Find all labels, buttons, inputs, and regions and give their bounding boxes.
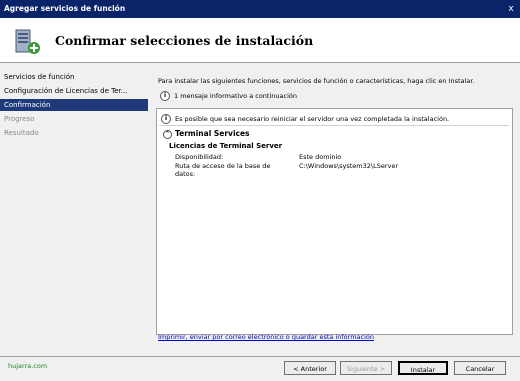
subsection-title: Licencias de Terminal Server [169,142,283,150]
warning-message: i Es posible que sea necesario reiniciar … [161,114,449,124]
wizard-header: Confirmar selecciones de instalación [0,18,520,63]
row-value: Este dominio [299,153,342,161]
sidebar-item-confirmacion[interactable]: Confirmación [0,99,150,111]
back-button[interactable]: < Anterior [284,361,336,375]
row-value: C:\Windows\system32\LServer [299,162,399,170]
server-install-icon [15,29,40,54]
row-label: Ruta de acceso de la base de datos: [175,162,271,178]
instruction-text: Para instalar las siguientes funciones, … [158,77,475,85]
close-icon[interactable]: x [505,4,517,15]
collapse-icon[interactable]: ^ [163,129,172,139]
wizard-footer: hujarra.com < Anterior Siguiente > Insta… [0,356,520,381]
sidebar-item-progreso: Progreso [0,113,150,125]
info-message-text: 1 mensaje informativo a continuación [174,92,297,100]
sidebar-item-label: Confirmación [4,101,51,109]
warning-text: Es posible que sea necesario reiniciar e… [175,115,450,123]
wizard-sidebar: Servicios de función Configuración de Li… [0,63,150,356]
sidebar-item-resultado: Resultado [0,127,150,139]
window-titlebar: Agregar servicios de función x [0,0,520,18]
info-message: i 1 mensaje informativo a continuación [160,91,297,101]
confirmation-panel: i Es posible que sea necesario reiniciar … [156,108,513,335]
sidebar-item-servicios[interactable]: Servicios de función [0,71,150,83]
info-icon: i [161,114,171,124]
section-header[interactable]: ^ Terminal Services [163,129,250,139]
sidebar-item-label: Progreso [4,115,35,123]
section-title: Terminal Services [175,129,250,138]
page-title: Confirmar selecciones de instalación [55,33,314,48]
next-button: Siguiente > [340,361,392,375]
cancel-button[interactable]: Cancelar [454,361,506,375]
sidebar-item-licencias[interactable]: Configuración de Licencias de Ter... [0,85,150,97]
row-label: Disponibilidad: [175,153,224,161]
window-title: Agregar servicios de función [4,4,126,13]
divider [159,125,509,126]
site-logo: hujarra.com [8,362,48,370]
sidebar-item-label: Configuración de Licencias de Ter... [4,87,128,95]
sidebar-item-label: Servicios de función [4,73,75,81]
print-email-save-link[interactable]: Imprimir, enviar por correo electrónico … [158,333,374,341]
info-icon: i [160,91,170,101]
sidebar-item-label: Resultado [4,129,39,137]
install-button[interactable]: Instalar [398,361,448,375]
main-content: Para instalar las siguientes funciones, … [148,63,520,356]
